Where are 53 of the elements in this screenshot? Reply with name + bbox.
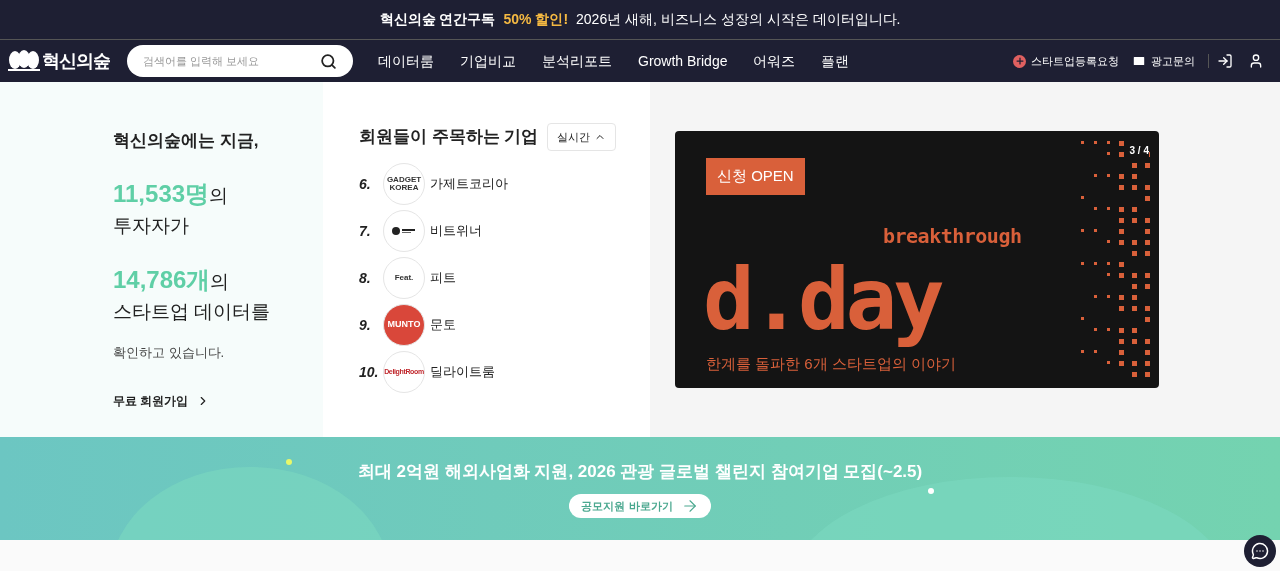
company-rank: 10. (359, 362, 380, 382)
company-rank: 7. (359, 221, 372, 241)
stats-label: 투자자가 (113, 213, 190, 238)
nav-link[interactable]: 기업비교 (460, 50, 516, 72)
company-name[interactable]: 가제트코리아 (430, 174, 508, 194)
nav-action-link[interactable]: 광고문의 (1132, 52, 1195, 70)
user-icon[interactable] (1248, 53, 1264, 69)
company-rank: 6. (359, 174, 372, 194)
promo-brand: 혁신의숲 연간구독 (379, 10, 496, 29)
promo-highlight: 50% 할인! (503, 10, 569, 29)
nav-link[interactable]: Growth Bridge (638, 50, 728, 72)
company-rank: 8. (359, 268, 372, 288)
stats-footer: 확인하고 있습니다. (113, 342, 323, 362)
search-input[interactable]: 검색어를 입력해 보세요 (143, 52, 320, 70)
signup-link[interactable]: 무료 회원가입 (113, 392, 323, 410)
nav-action-link[interactable]: 스타트업등록요청 (1013, 52, 1119, 70)
search-icon[interactable] (320, 52, 337, 70)
company-name[interactable]: 딜라이트룸 (430, 362, 495, 382)
company-name[interactable]: 문토 (430, 315, 456, 335)
company-name[interactable]: 비트위너 (430, 221, 482, 241)
realtime-filter[interactable]: 실시간 (547, 123, 616, 151)
stats-title: 혁신의숲에는 지금, (113, 130, 260, 152)
slide-counter: 3 / 4 (1129, 143, 1149, 158)
nav-link[interactable]: 분석리포트 (542, 50, 612, 72)
search-field[interactable]: 검색어를 입력해 보세요 (127, 45, 353, 77)
tree-logo-icon (8, 50, 40, 72)
company-name[interactable]: 피트 (430, 268, 456, 288)
login-icon[interactable] (1217, 53, 1233, 69)
chat-button[interactable] (1244, 535, 1276, 567)
trending-title: 회원들이 주목하는 기업 (359, 126, 539, 149)
stats-suffix: 의 (210, 271, 230, 292)
chat-icon (1251, 542, 1269, 560)
nav-link[interactable]: 플랜 (821, 50, 850, 72)
nav-link[interactable]: 데이터룸 (378, 50, 434, 72)
company-rank: 9. (359, 315, 372, 335)
company-logo: Feat. (383, 257, 425, 299)
open-badge: 신청 OPEN (706, 158, 805, 195)
promo-message: 2026년 새해, 비즈니스 성장의 시작은 데이터입니다. (576, 10, 901, 29)
nav-link[interactable]: 어워즈 (753, 50, 796, 72)
slide-headline: d.day (703, 249, 941, 349)
investor-count: 11,533명 (113, 179, 210, 207)
carousel-slide[interactable]: 신청 OPEN breakthrough d.day 한계를 돌파한 6개 스타트업의 이야기 3 / 4 (675, 131, 1159, 388)
mail-icon (1132, 54, 1146, 68)
startup-count: 14,786개 (113, 266, 211, 293)
banner-title: 최대 2억원 해외사업화 지원, 2026 관광 글로벌 챌린지 참여기업 모집(~2.5) (357, 460, 923, 483)
slide-caption: 한계를 돌파한 6개 스타트업의 이야기 (706, 354, 956, 374)
stats-label: 스타트업 데이터를 (113, 300, 272, 324)
logo-text: 혁신의숲 (42, 49, 111, 73)
company-logo: GADGET KOREA (383, 163, 425, 205)
stats-suffix: 의 (209, 184, 229, 206)
company-logo: MUNTO (383, 304, 425, 346)
slide-subtitle: breakthrough (883, 225, 1022, 247)
company-logo (383, 210, 425, 252)
